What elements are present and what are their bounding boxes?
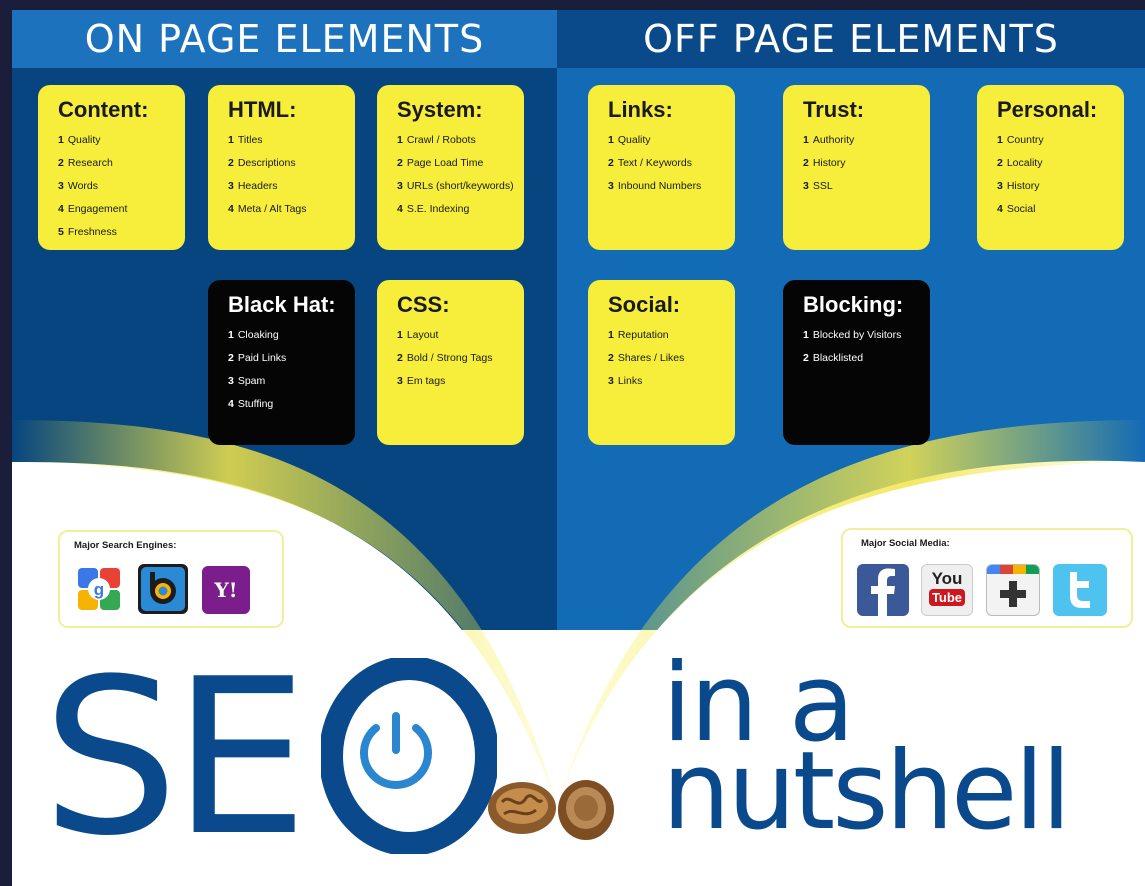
social-media-box: Major Social Media: You Tube bbox=[841, 528, 1133, 628]
list-item: 3 SSL bbox=[803, 180, 833, 192]
list-item: 1 Quality bbox=[608, 134, 651, 146]
list-item: 1 Titles bbox=[228, 134, 263, 146]
list-item: 2 Page Load Time bbox=[397, 157, 484, 169]
list-item: 3 Em tags bbox=[397, 375, 446, 387]
card-title: Personal: bbox=[997, 97, 1098, 122]
list-item: 3 Links bbox=[608, 375, 643, 387]
list-item: 2 Research bbox=[58, 157, 113, 169]
bing-icon bbox=[138, 564, 188, 614]
youtube-top-text: You bbox=[931, 569, 963, 588]
list-item: 3 Spam bbox=[228, 375, 266, 387]
card-title: Content: bbox=[58, 97, 149, 122]
list-item: 1 Country bbox=[997, 134, 1044, 146]
list-item: 4 Social bbox=[997, 203, 1036, 215]
walnut-image bbox=[488, 780, 614, 840]
facebook-icon bbox=[857, 564, 909, 616]
infographic: ON PAGE ELEMENTS OFF PAGE ELEMENTS Conte… bbox=[12, 10, 1145, 886]
list-item: 3 Inbound Numbers bbox=[608, 180, 702, 192]
google-plus-icon bbox=[986, 564, 1040, 616]
list-item: 2 Paid Links bbox=[228, 352, 287, 364]
off-page-header: OFF PAGE ELEMENTS bbox=[557, 10, 1145, 68]
list-item: 4 Stuffing bbox=[228, 398, 274, 410]
content-card: Content: 1 Quality 2 Research 3 Words 4 Enga… bbox=[38, 85, 185, 250]
list-item: 3 History bbox=[997, 180, 1040, 192]
list-item: 1 Quality bbox=[58, 134, 101, 146]
card-title: System: bbox=[397, 97, 483, 122]
list-item: 1 Cloaking bbox=[228, 329, 279, 341]
css-card: CSS: 1 Layout 2 Bold / Strong Tags 3 Em tag… bbox=[377, 280, 524, 445]
on-page-header: ON PAGE ELEMENTS bbox=[12, 10, 557, 68]
list-item: 4 Meta / Alt Tags bbox=[228, 203, 307, 215]
power-icon bbox=[321, 658, 497, 854]
list-item: 1 Layout bbox=[397, 329, 439, 341]
social-media-title: Major Social Media: bbox=[861, 538, 950, 549]
list-item: 2 Locality bbox=[997, 157, 1043, 169]
list-item: 4 Engagement bbox=[58, 203, 128, 215]
list-item: 2 Bold / Strong Tags bbox=[397, 352, 493, 364]
list-item: 1 Blocked by Visitors bbox=[803, 329, 902, 341]
card-title: Blocking: bbox=[803, 292, 904, 317]
svg-text:g: g bbox=[94, 580, 104, 599]
black-hat-card: Black Hat: 1 Cloaking 2 Paid Links 3 Spam 4… bbox=[208, 280, 355, 445]
list-item: 3 Headers bbox=[228, 180, 278, 192]
google-icon: g bbox=[74, 564, 124, 614]
yahoo-icon: Y! bbox=[202, 566, 250, 614]
yahoo-text: Y! bbox=[214, 578, 238, 602]
list-item: 2 History bbox=[803, 157, 846, 169]
search-engines-box: Major Search Engines: g Y! bbox=[58, 530, 284, 628]
list-item: 4 S.E. Indexing bbox=[397, 203, 470, 215]
seo-wordmark: SE bbox=[42, 632, 308, 883]
system-card: System: 1 Crawl / Robots 2 Page Load Time … bbox=[377, 85, 524, 250]
card-title: Black Hat: bbox=[228, 292, 336, 317]
list-item: 2 Shares / Likes bbox=[608, 352, 685, 364]
twitter-icon bbox=[1053, 564, 1107, 616]
card-title: Links: bbox=[608, 97, 673, 122]
personal-card: Personal: 1 Country 2 Locality 3 History 4S… bbox=[977, 85, 1124, 250]
list-item: 1 Reputation bbox=[608, 329, 669, 341]
list-item: 2 Blacklisted bbox=[803, 352, 864, 364]
youtube-bottom-text: Tube bbox=[928, 589, 966, 606]
card-title: CSS: bbox=[397, 292, 450, 317]
list-item: 1 Crawl / Robots bbox=[397, 134, 476, 146]
html-card: HTML: 1 Titles 2 Descriptions 3 Headers 4 Me… bbox=[208, 85, 355, 250]
search-engines-title: Major Search Engines: bbox=[74, 540, 177, 551]
list-item: 3 Words bbox=[58, 180, 98, 192]
blocking-card: Blocking: 1 Blocked by Visitors 2 Blacklis… bbox=[783, 280, 930, 445]
list-item: 5 Freshness bbox=[58, 226, 117, 238]
nutshell-text: nutshell bbox=[662, 729, 1071, 854]
youtube-icon: You Tube bbox=[921, 564, 973, 616]
list-item: 2 Descriptions bbox=[228, 157, 296, 169]
card-title: Social: bbox=[608, 292, 681, 317]
list-item: 3 URLs (short/keywords) bbox=[397, 180, 514, 192]
list-item: 1 Authority bbox=[803, 134, 855, 146]
trust-card: Trust: 1 Authority 2 History 3 SSL bbox=[783, 85, 930, 250]
social-card: Social: 1 Reputation 2 Shares / Likes 3 Lin… bbox=[588, 280, 735, 445]
card-title: HTML: bbox=[228, 97, 297, 122]
links-card: Links: 1 Quality 2 Text / Keywords 3 Inboun… bbox=[588, 85, 735, 250]
list-item: 2 Text / Keywords bbox=[608, 157, 692, 169]
card-title: Trust: bbox=[803, 97, 865, 122]
